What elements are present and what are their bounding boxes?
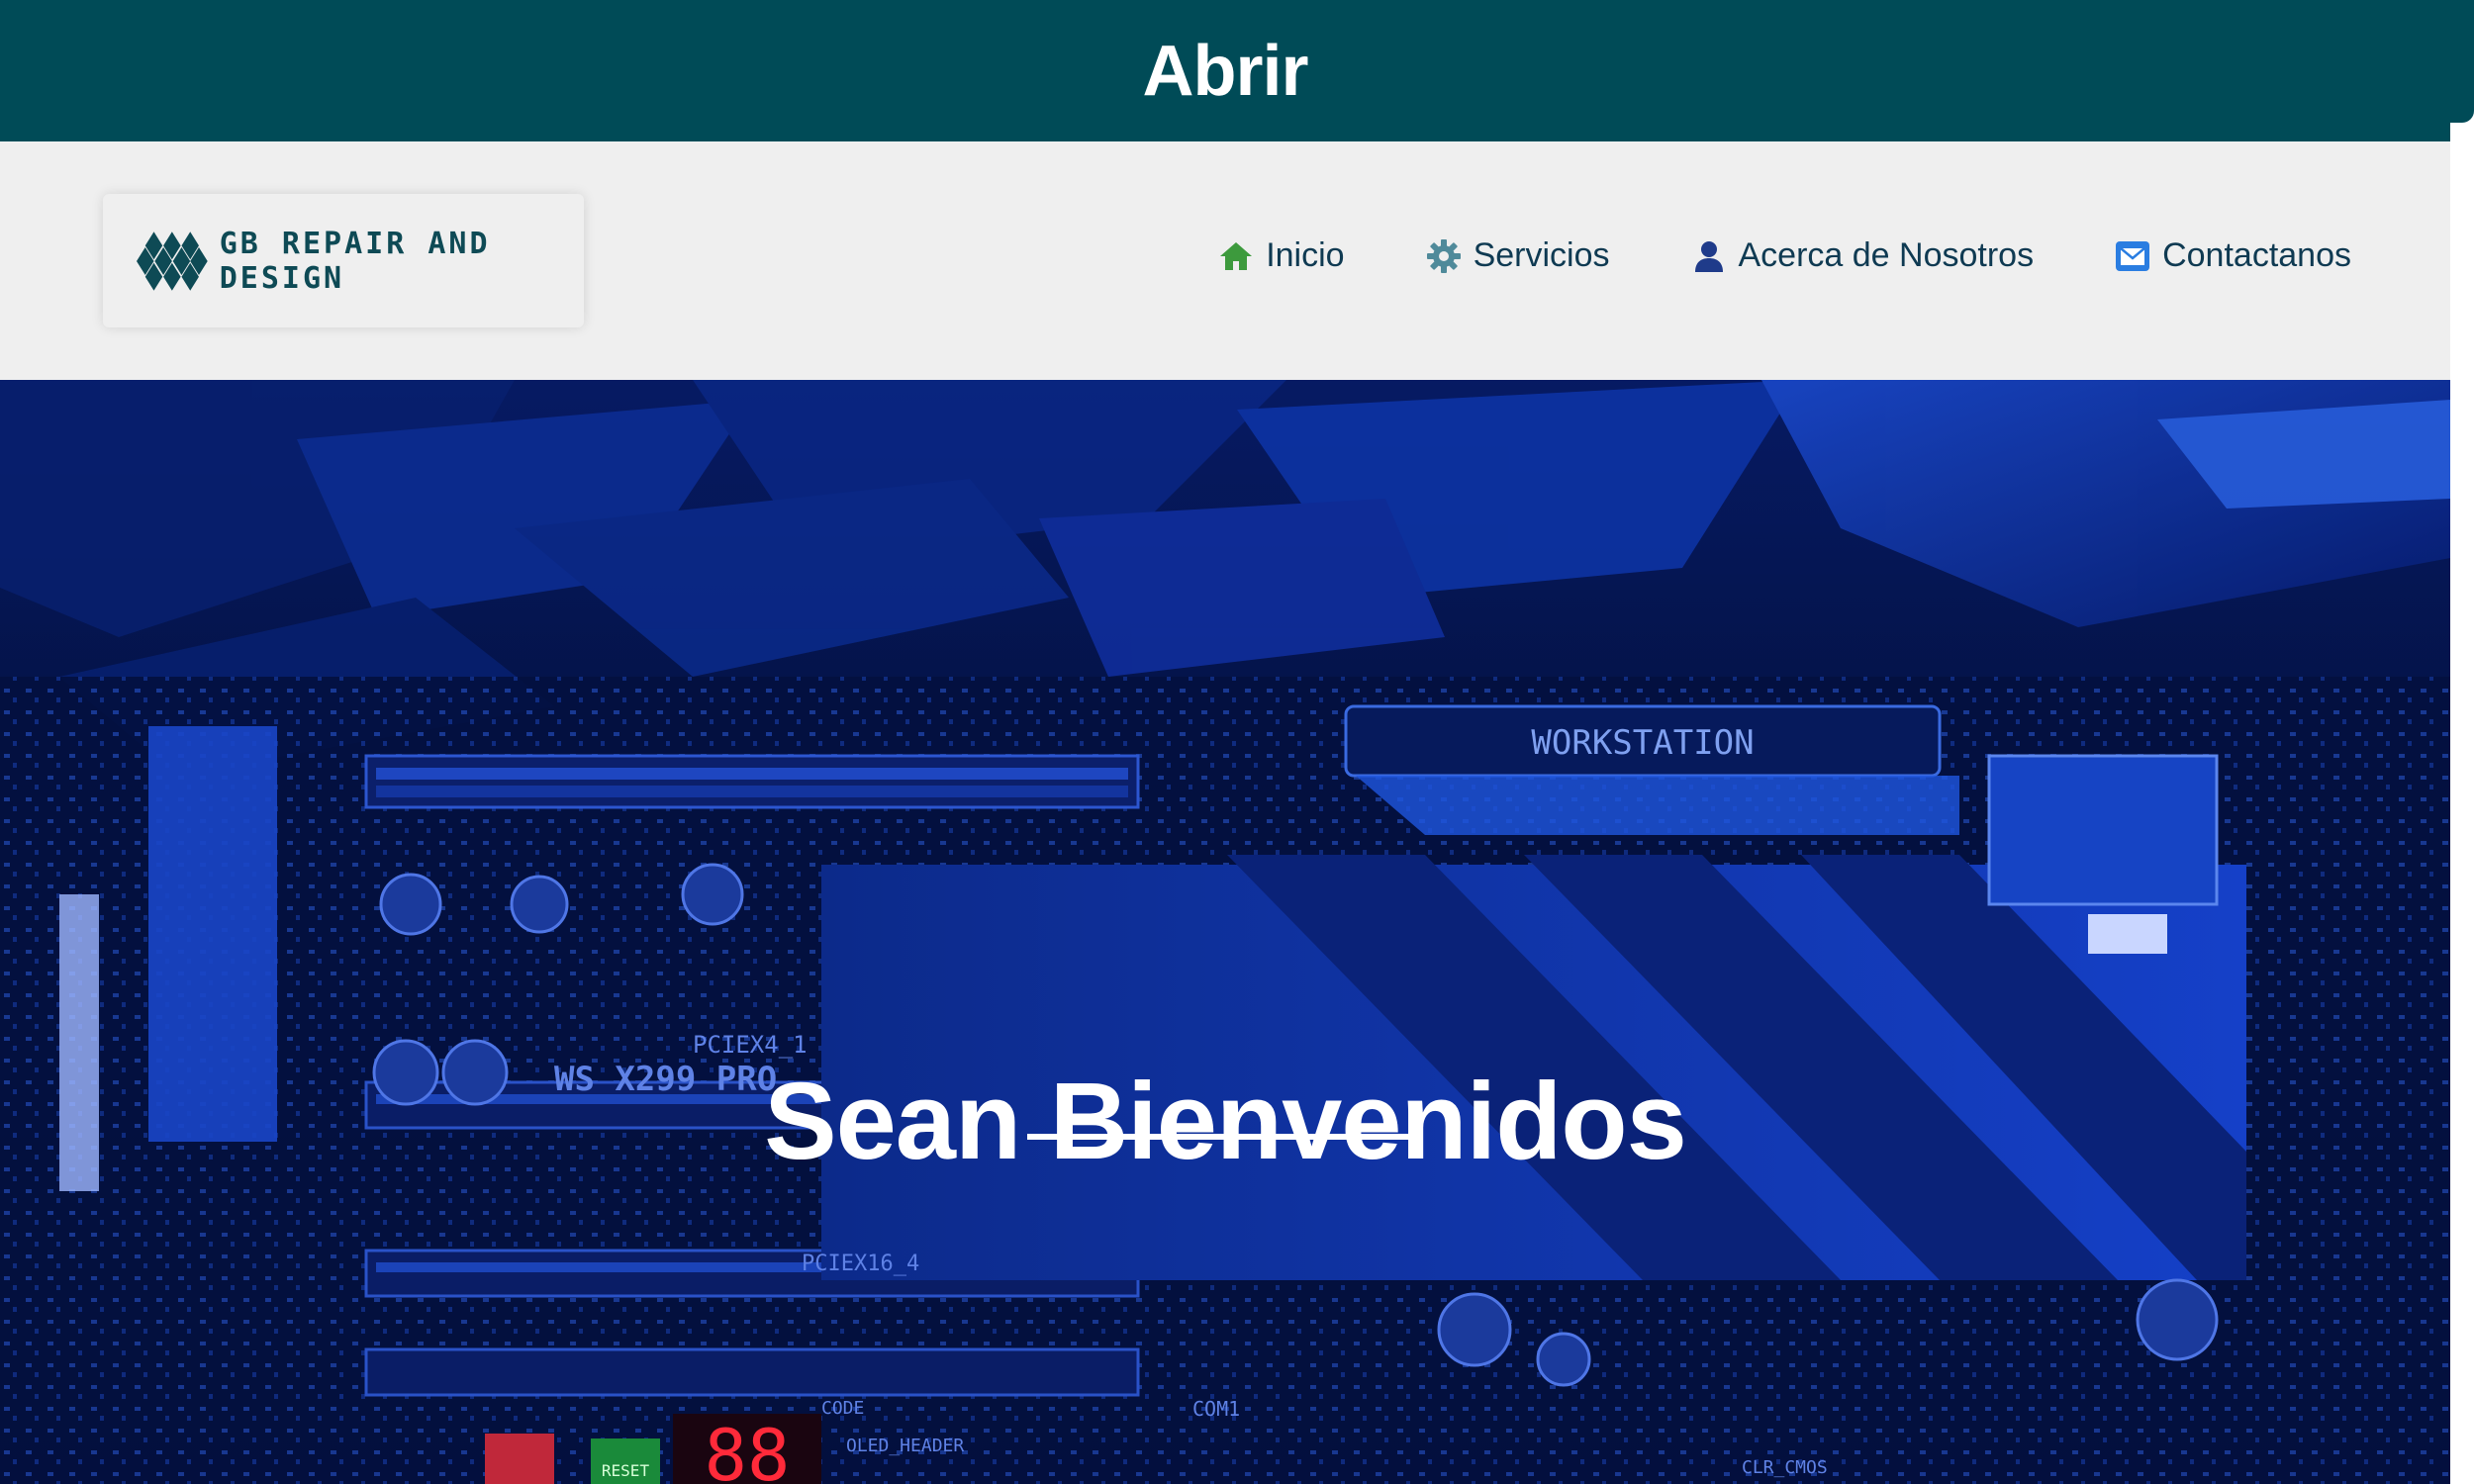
open-bar-title: Abrir: [1142, 31, 1308, 111]
workstation-board-label: WORKSTATION: [1531, 723, 1754, 763]
nav-item-contactanos[interactable]: Contactanos: [2115, 236, 2351, 275]
page-edge: [2450, 380, 2474, 1484]
hero-banner: WORKSTATION WS X299 PRO PCIEX4_1 PCIEX16…: [0, 380, 2450, 1484]
nav-item-inicio[interactable]: Inicio: [1218, 236, 1345, 275]
clr-cmos-board-label: CLR_CMOS: [1742, 1457, 1828, 1478]
open-bar[interactable]: Abrir: [0, 0, 2450, 141]
nav-item-acerca[interactable]: Acerca de Nosotros: [1691, 236, 2035, 275]
com-board-label: COM1: [1192, 1397, 1240, 1421]
hero-title-underline: [1027, 1134, 1423, 1140]
home-icon: [1220, 241, 1253, 270]
motherboard-hero-image: WORKSTATION WS X299 PRO PCIEX4_1 PCIEX16…: [0, 380, 2450, 1484]
open-bar-tab: [2450, 0, 2474, 123]
gear-icon: [1426, 238, 1461, 273]
mail-icon: [2116, 240, 2150, 271]
site-header: GB REPAIR AND DESIGN Inicio Servicios Ac…: [0, 141, 2450, 380]
pciex4-board-label: PCIEX4_1: [693, 1031, 808, 1059]
nav-item-label: Contactanos: [2162, 236, 2351, 274]
pciex16-board-label: PCIEX16_4: [802, 1252, 919, 1276]
logo-text: GB REPAIR AND DESIGN: [219, 226, 491, 296]
oled-board-label: OLED_HEADER: [846, 1436, 964, 1456]
logo[interactable]: GB REPAIR AND DESIGN: [103, 194, 584, 327]
hero-title: Sean Bienvenidos: [764, 1060, 1687, 1182]
user-icon: [1694, 240, 1723, 272]
main-nav: Inicio Servicios Acerca de Nosotros Cont…: [1218, 236, 2351, 275]
reset-board-label: RESET: [602, 1461, 650, 1480]
code-board-label: CODE: [821, 1398, 864, 1419]
nav-item-servicios[interactable]: Servicios: [1426, 236, 1610, 275]
debug-led-display: 88: [705, 1414, 791, 1484]
nav-item-label: Acerca de Nosotros: [1738, 236, 2035, 274]
diamond-lattice-logo-icon: [137, 231, 208, 291]
nav-item-label: Servicios: [1473, 236, 1610, 274]
nav-item-label: Inicio: [1266, 236, 1345, 274]
